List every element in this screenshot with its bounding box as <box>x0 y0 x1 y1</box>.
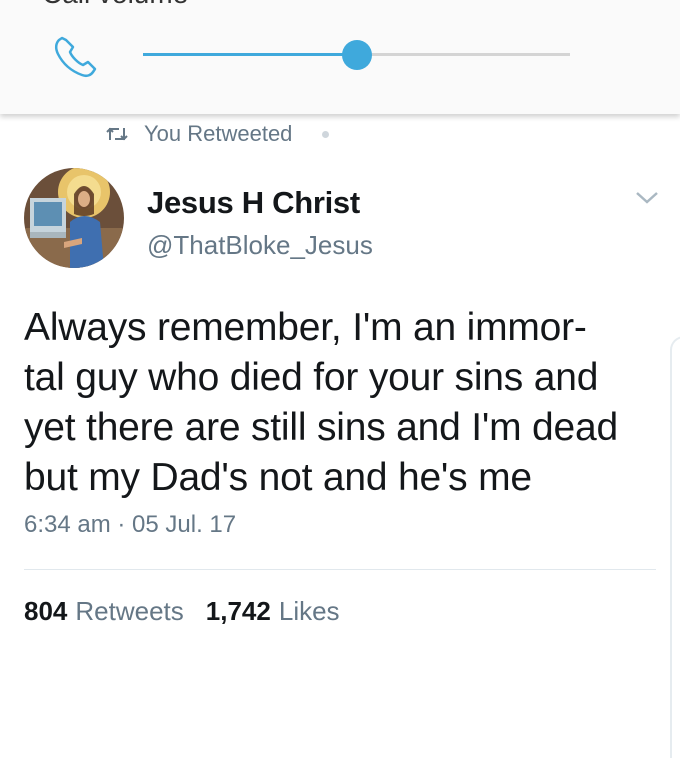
avatar-image <box>24 168 124 268</box>
retweet-label: You Retweeted <box>144 121 293 146</box>
like-count[interactable]: 1,742 <box>206 596 271 627</box>
volume-slider-thumb[interactable] <box>342 40 372 70</box>
tweet-text: Always remember, I'm an immor- tal guy w… <box>24 306 619 499</box>
divider <box>24 569 656 570</box>
volume-slider[interactable] <box>143 40 570 70</box>
author-handle[interactable]: @ThatBloke_Jesus <box>147 230 373 261</box>
volume-panel-title: Call volume <box>42 0 188 10</box>
dot-icon <box>322 130 330 138</box>
like-count-label[interactable]: Likes <box>279 596 340 627</box>
retweet-context: You Retweeted <box>106 119 330 149</box>
avatar[interactable] <box>24 168 124 268</box>
tweet-card[interactable]: You Retweeted Jesus H Christ @ThatBloke_… <box>0 114 680 758</box>
phone-icon <box>54 36 97 78</box>
volume-slider-fill <box>143 53 357 56</box>
retweet-icon <box>106 127 128 141</box>
call-volume-panel: Call volume <box>0 0 680 114</box>
chevron-down-icon[interactable] <box>634 189 660 207</box>
author-name[interactable]: Jesus H Christ <box>147 185 360 221</box>
retweet-count-label[interactable]: Retweets <box>75 596 183 627</box>
retweet-count[interactable]: 804 <box>24 596 67 627</box>
tweet-timestamp[interactable]: 6:34 am · 05 Jul. 17 <box>24 511 236 539</box>
scroll-edge <box>670 336 680 758</box>
tweet-stats: 804 Retweets 1,742 Likes <box>24 596 362 627</box>
